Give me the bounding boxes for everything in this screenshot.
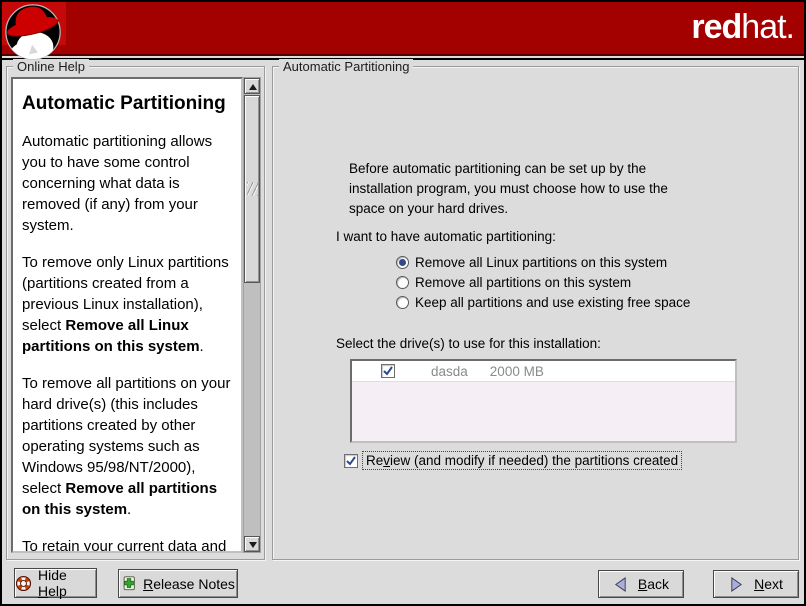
scrollbar-grip-icon (247, 182, 258, 196)
radio-keep-all-partitions[interactable]: Keep all partitions and use existing fre… (396, 293, 690, 311)
scroll-up-button[interactable] (244, 78, 260, 94)
release-notes-label: Release Notes (143, 576, 235, 592)
header-bar: redhat. (2, 2, 804, 56)
radio-unselected-icon[interactable] (396, 296, 409, 309)
help-paragraph: To remove all partitions on your hard dr… (22, 373, 235, 520)
online-help-frame: Online Help Automatic Partitioning Autom… (6, 66, 265, 560)
check-icon (382, 365, 394, 377)
installer-window: redhat. Online Help Automatic Partitioni… (0, 0, 806, 606)
drive-row-dasda[interactable]: dasda 2000 MB (352, 361, 735, 382)
help-content: Automatic Partitioning Automatic partiti… (13, 93, 241, 553)
drives-label: Select the drive(s) to use for this inst… (336, 336, 601, 351)
check-icon (345, 455, 357, 467)
hide-help-label: Hide Help (38, 567, 96, 599)
radio-group-label: I want to have automatic partitioning: (336, 229, 556, 244)
back-arrow-icon (613, 576, 628, 593)
lifebuoy-icon (15, 575, 32, 592)
review-checkbox-row[interactable]: Review (and modify if needed) the partit… (344, 452, 681, 469)
drive-checkbox-checked[interactable] (381, 364, 395, 378)
review-checkbox-label[interactable]: Review (and modify if needed) the partit… (363, 452, 681, 469)
radio-label[interactable]: Keep all partitions and use existing fre… (415, 295, 690, 310)
release-notes-button[interactable]: Release Notes (118, 569, 238, 598)
arrow-up-icon (249, 84, 257, 90)
help-paragraph: Automatic partitioning allows you to hav… (22, 131, 235, 236)
next-button[interactable]: Next (713, 570, 799, 598)
drive-list[interactable]: dasda 2000 MB (350, 359, 737, 443)
drive-name: dasda (431, 364, 468, 379)
scroll-down-button[interactable] (244, 536, 260, 552)
intro-text: Before automatic partitioning can be set… (349, 159, 674, 219)
radio-unselected-icon[interactable] (396, 276, 409, 289)
radio-label[interactable]: Remove all partitions on this system (415, 275, 631, 290)
radio-remove-all-partitions[interactable]: Remove all partitions on this system (396, 273, 631, 291)
back-button[interactable]: Back (598, 570, 684, 598)
hide-help-button[interactable]: Hide Help (14, 568, 97, 598)
redhat-shadowman-icon (3, 2, 65, 64)
radio-label[interactable]: Remove all Linux partitions on this syst… (415, 255, 667, 270)
next-label: Next (754, 576, 783, 592)
help-scrollbar[interactable] (243, 77, 261, 553)
help-title: Automatic Partitioning (22, 93, 235, 115)
next-arrow-icon (729, 576, 744, 593)
main-frame-label: Automatic Partitioning (279, 59, 413, 74)
help-paragraph: To remove only Linux partitions (partiti… (22, 252, 235, 357)
brand-light: hat. (741, 8, 794, 46)
release-notes-icon (121, 575, 137, 592)
radio-selected-icon[interactable] (396, 256, 409, 269)
scrollbar-thumb[interactable] (244, 95, 260, 283)
help-text-viewport: Automatic Partitioning Automatic partiti… (11, 77, 243, 553)
review-checkbox-checked[interactable] (344, 454, 358, 468)
help-paragraphs: Automatic partitioning allows you to hav… (22, 131, 235, 553)
back-label: Back (638, 576, 669, 592)
help-paragraph: To retain your current data and (22, 536, 235, 553)
brand-bold: red (691, 8, 741, 46)
automatic-partitioning-frame: Automatic Partitioning Before automatic … (272, 66, 799, 560)
arrow-down-icon (249, 542, 257, 548)
drive-size: 2000 MB (490, 364, 544, 379)
radio-remove-linux-partitions[interactable]: Remove all Linux partitions on this syst… (396, 253, 667, 271)
redhat-wordmark: redhat. (691, 8, 794, 47)
